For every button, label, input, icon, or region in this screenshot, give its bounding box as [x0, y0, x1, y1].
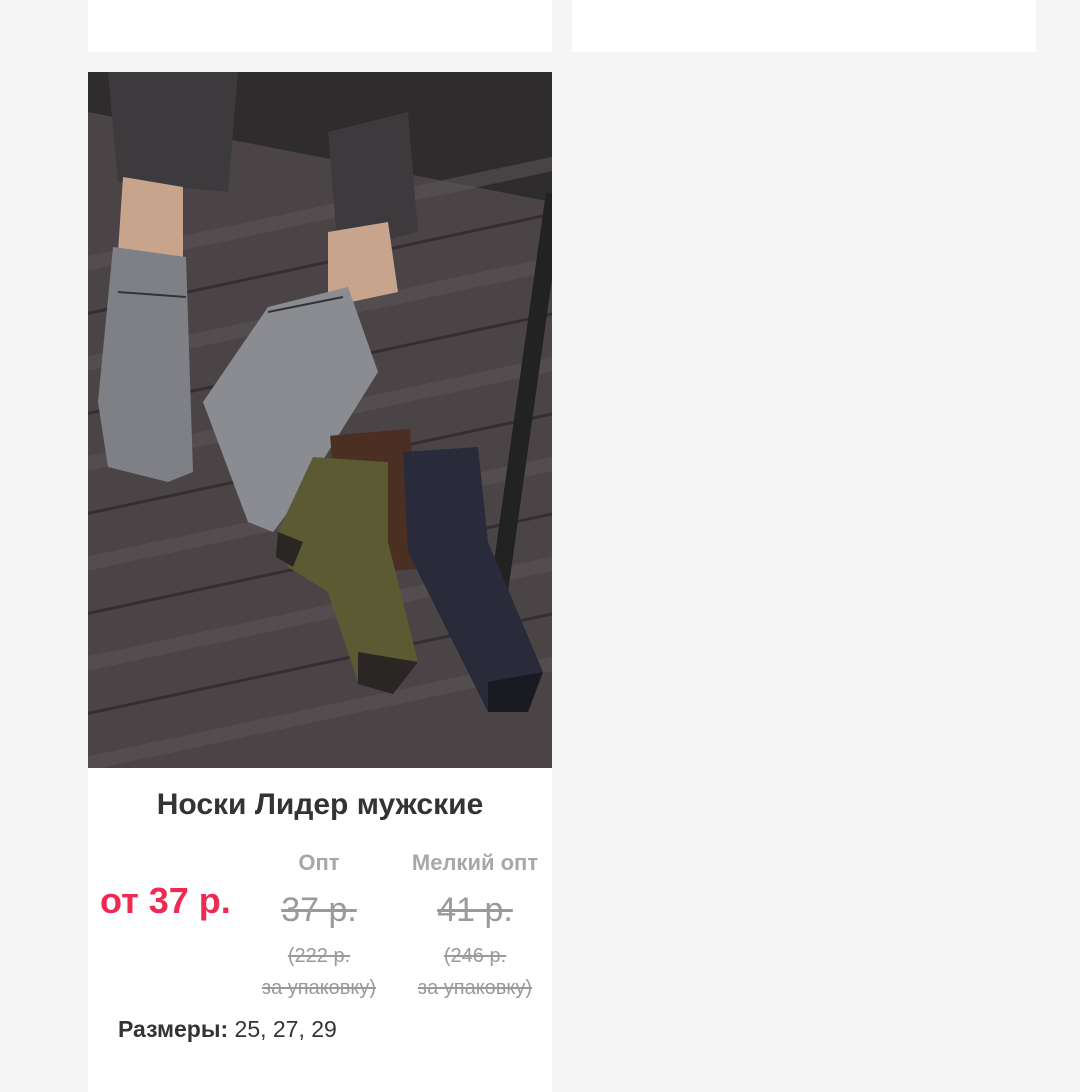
socks-photo-illustration — [88, 72, 552, 768]
sizes-info: Размеры: 25, 27, 29 — [118, 1016, 337, 1043]
price-column-small-opt: Мелкий опт 41 р. (246 р. за упаковку) — [400, 848, 550, 1004]
pack-price-line1: (246 р. — [443, 945, 507, 967]
sizes-value: 25, 27, 29 — [234, 1016, 337, 1042]
product-card-previous-right[interactable] — [572, 0, 1036, 52]
price-column-header: Мелкий опт — [411, 850, 539, 875]
sizes-label: Размеры: — [118, 1016, 229, 1042]
pack-price-line2: за упаковку) — [417, 977, 533, 999]
price-column-header: Опт — [298, 850, 340, 875]
product-card[interactable]: Носки Лидер мужские от 37 р. Опт 37 р. (… — [88, 72, 552, 1092]
product-title[interactable]: Носки Лидер мужские — [88, 788, 552, 822]
pack-price-line1: (222 р. — [287, 945, 351, 967]
price-value: 41 р. — [437, 891, 513, 929]
product-photo[interactable] — [88, 72, 552, 768]
pack-price-line2: за упаковку) — [261, 977, 377, 999]
price-value: 37 р. — [281, 891, 357, 929]
product-card-previous-left[interactable] — [88, 0, 552, 52]
price-column-opt: Опт 37 р. (222 р. за упаковку) — [248, 848, 390, 1004]
price-from: от 37 р. — [100, 880, 231, 921]
